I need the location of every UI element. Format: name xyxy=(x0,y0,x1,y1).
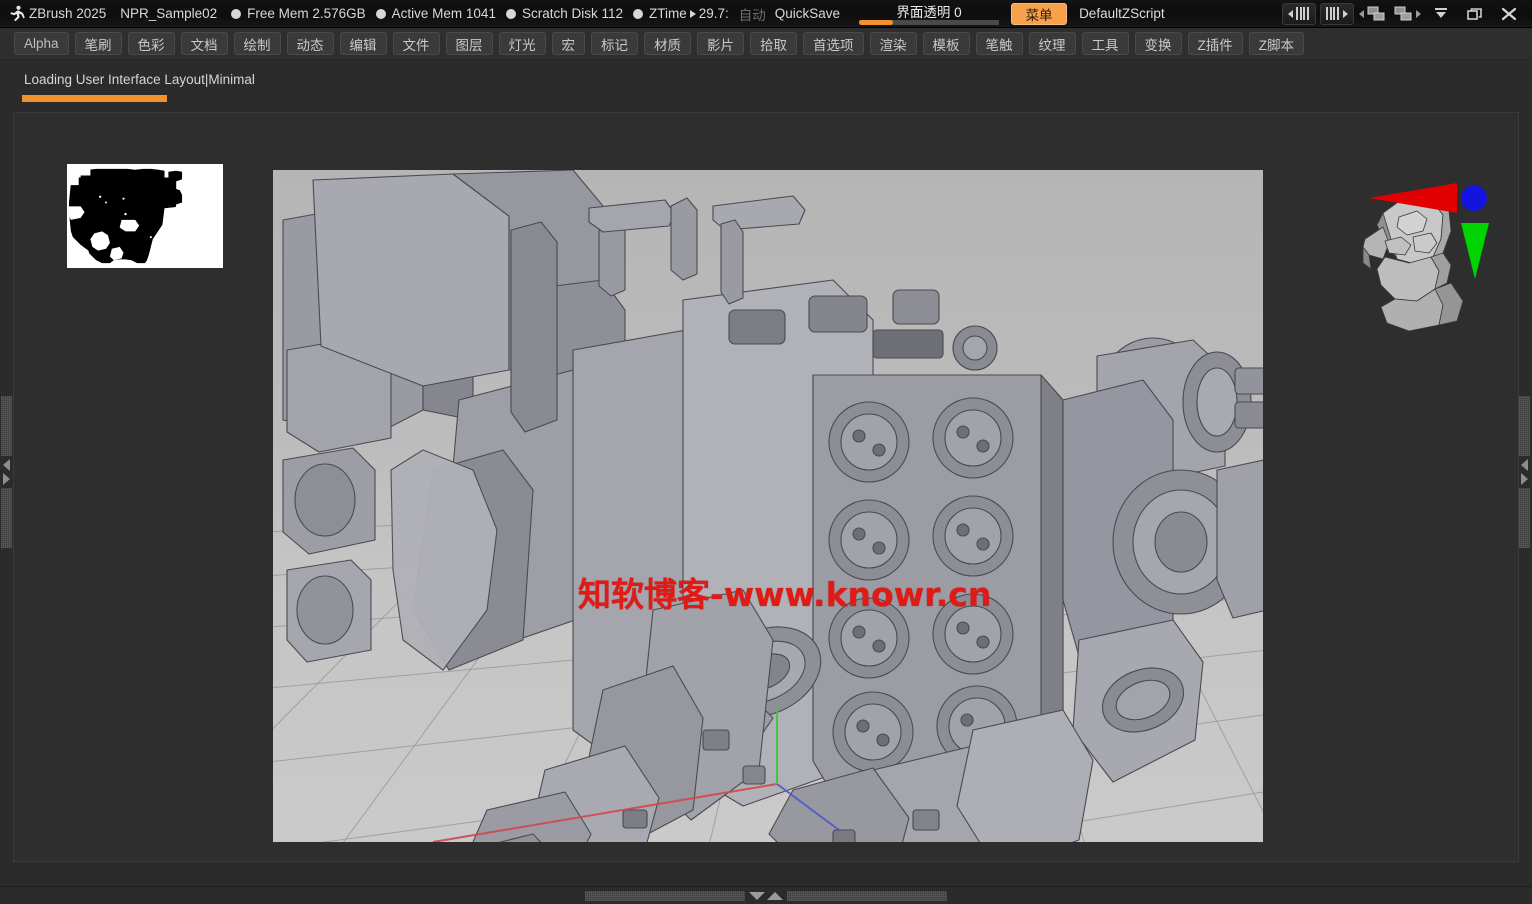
menu-item-macro[interactable]: 宏 xyxy=(551,32,586,55)
zbrush-runner-icon[interactable] xyxy=(3,1,29,27)
status-bar: Loading User Interface Layout|Minimal xyxy=(0,60,1532,108)
tray-arrow-up-icon xyxy=(767,891,783,900)
status-dot-icon xyxy=(505,8,516,19)
menu-item-marker[interactable]: 标记 xyxy=(591,32,639,55)
axis-y-arrow xyxy=(1461,223,1489,279)
tray-expand-right-icon[interactable] xyxy=(1320,2,1354,25)
menu-item-light[interactable]: 灯光 xyxy=(498,32,546,55)
menu-item-picker[interactable]: 拾取 xyxy=(750,32,798,55)
document-title: NPR_Sample02 xyxy=(120,6,218,21)
tray-arrow-left-icon xyxy=(3,459,10,471)
menu-item-zplugin[interactable]: Z插件 xyxy=(1187,32,1243,55)
scratch-disk-status: Scratch Disk 112 xyxy=(505,6,623,21)
play-triangle-icon xyxy=(689,9,696,18)
tray-grip xyxy=(1519,488,1530,548)
scratch-disk-label: Scratch Disk 112 xyxy=(521,6,623,21)
menu-item-movie[interactable]: 影片 xyxy=(697,32,745,55)
auto-label[interactable]: 自动 xyxy=(739,4,766,24)
menu-item-layer[interactable]: 图层 xyxy=(445,32,493,55)
menu-item-document[interactable]: 文档 xyxy=(180,32,228,55)
tray-arrow-right-icon xyxy=(1521,473,1528,485)
menu-item-material[interactable]: 材质 xyxy=(644,32,692,55)
watermark-text: 知软博客-www.knowr.cn xyxy=(578,575,992,614)
restore-icon[interactable] xyxy=(1458,1,1492,27)
menu-item-transform[interactable]: 变换 xyxy=(1134,32,1182,55)
left-tray-handle[interactable] xyxy=(1,396,12,556)
axis-z-handle xyxy=(1461,185,1487,211)
menu-item-edit[interactable]: 编辑 xyxy=(339,32,387,55)
progress-bar-fill xyxy=(22,95,167,102)
menu-item-zscript[interactable]: Z脚本 xyxy=(1248,32,1305,55)
tray-arrow-left-icon xyxy=(1521,459,1528,471)
title-bar: ZBrush 2025 NPR_Sample02 Free Mem 2.576G… xyxy=(0,0,1532,28)
menu-item-draw[interactable]: 绘制 xyxy=(233,32,281,55)
window-arrange-prev-icon[interactable] xyxy=(1356,1,1390,27)
active-mem-label: Active Mem 1041 xyxy=(391,6,496,21)
canvas-workspace[interactable]: 知软博客-www.knowr.cn xyxy=(13,112,1519,862)
menu-item-alpha[interactable]: Alpha xyxy=(14,32,69,55)
menu-item-stroke[interactable]: 笔触 xyxy=(975,32,1023,55)
tray-toggle-arrows[interactable] xyxy=(3,456,10,488)
progress-bar-track xyxy=(22,95,1512,102)
app-name: ZBrush 2025 xyxy=(29,6,107,21)
tray-arrow-right-icon xyxy=(3,473,10,485)
tray-arrow-down-icon xyxy=(749,891,765,900)
menu-item-render[interactable]: 渲染 xyxy=(869,32,917,55)
zscript-name[interactable]: DefaultZScript xyxy=(1079,6,1165,21)
tray-grip xyxy=(1,396,12,456)
tray-grip xyxy=(1,488,12,548)
status-dot-icon xyxy=(633,8,643,19)
status-dot-icon xyxy=(231,8,242,19)
active-mem-status: Active Mem 1041 xyxy=(375,6,496,21)
window-arrange-next-icon[interactable] xyxy=(1390,1,1424,27)
minimize-icon[interactable] xyxy=(1424,1,1458,27)
close-icon[interactable] xyxy=(1492,1,1526,27)
mech-model xyxy=(282,170,1263,842)
menu-item-texture[interactable]: 纹理 xyxy=(1028,32,1076,55)
tray-toggle-arrows[interactable] xyxy=(745,891,787,900)
menu-item-stencil[interactable]: 模板 xyxy=(922,32,970,55)
ztime-value: 29.7: xyxy=(698,6,729,21)
navigation-gizmo xyxy=(1362,183,1489,332)
right-tray-handle[interactable] xyxy=(1519,396,1530,556)
ztime-status[interactable]: ZTime 29.7: xyxy=(633,6,729,21)
tray-grip xyxy=(585,890,745,901)
tray-toggle-arrows[interactable] xyxy=(1521,456,1528,488)
menu-item-tool[interactable]: 工具 xyxy=(1081,32,1129,55)
ui-transparency-fill xyxy=(859,19,894,25)
bottom-tray-handle[interactable] xyxy=(0,886,1532,904)
menu-item-brush[interactable]: 笔刷 xyxy=(74,32,122,55)
menu-button[interactable]: 菜单 xyxy=(1011,2,1068,25)
menu-item-file[interactable]: 文件 xyxy=(392,32,440,55)
tray-grip xyxy=(787,890,947,901)
menu-item-preferences[interactable]: 首选项 xyxy=(803,32,864,55)
free-mem-status: Free Mem 2.576GB xyxy=(231,6,366,21)
menu-bar: Alpha 笔刷 色彩 文档 绘制 动态 编辑 文件 图层 灯光 宏 标记 材质… xyxy=(0,28,1532,60)
tray-grip xyxy=(1519,396,1530,456)
alpha-thumbnail[interactable] xyxy=(65,162,225,270)
ztime-label: ZTime xyxy=(649,6,687,21)
ui-transparency-label: 界面透明 0 xyxy=(896,4,962,20)
ui-transparency-slider[interactable]: 界面透明 0 xyxy=(859,1,1000,27)
menu-item-color[interactable]: 色彩 xyxy=(127,32,175,55)
loading-status-text: Loading User Interface Layout|Minimal xyxy=(24,72,255,87)
document-canvas[interactable]: 知软博客-www.knowr.cn xyxy=(273,170,1263,842)
free-mem-label: Free Mem 2.576GB xyxy=(247,6,366,21)
quicksave-button[interactable]: QuickSave xyxy=(775,6,840,21)
tray-collapse-left-icon[interactable] xyxy=(1282,2,1316,25)
menu-item-dynamics[interactable]: 动态 xyxy=(286,32,334,55)
status-dot-icon xyxy=(375,8,386,19)
